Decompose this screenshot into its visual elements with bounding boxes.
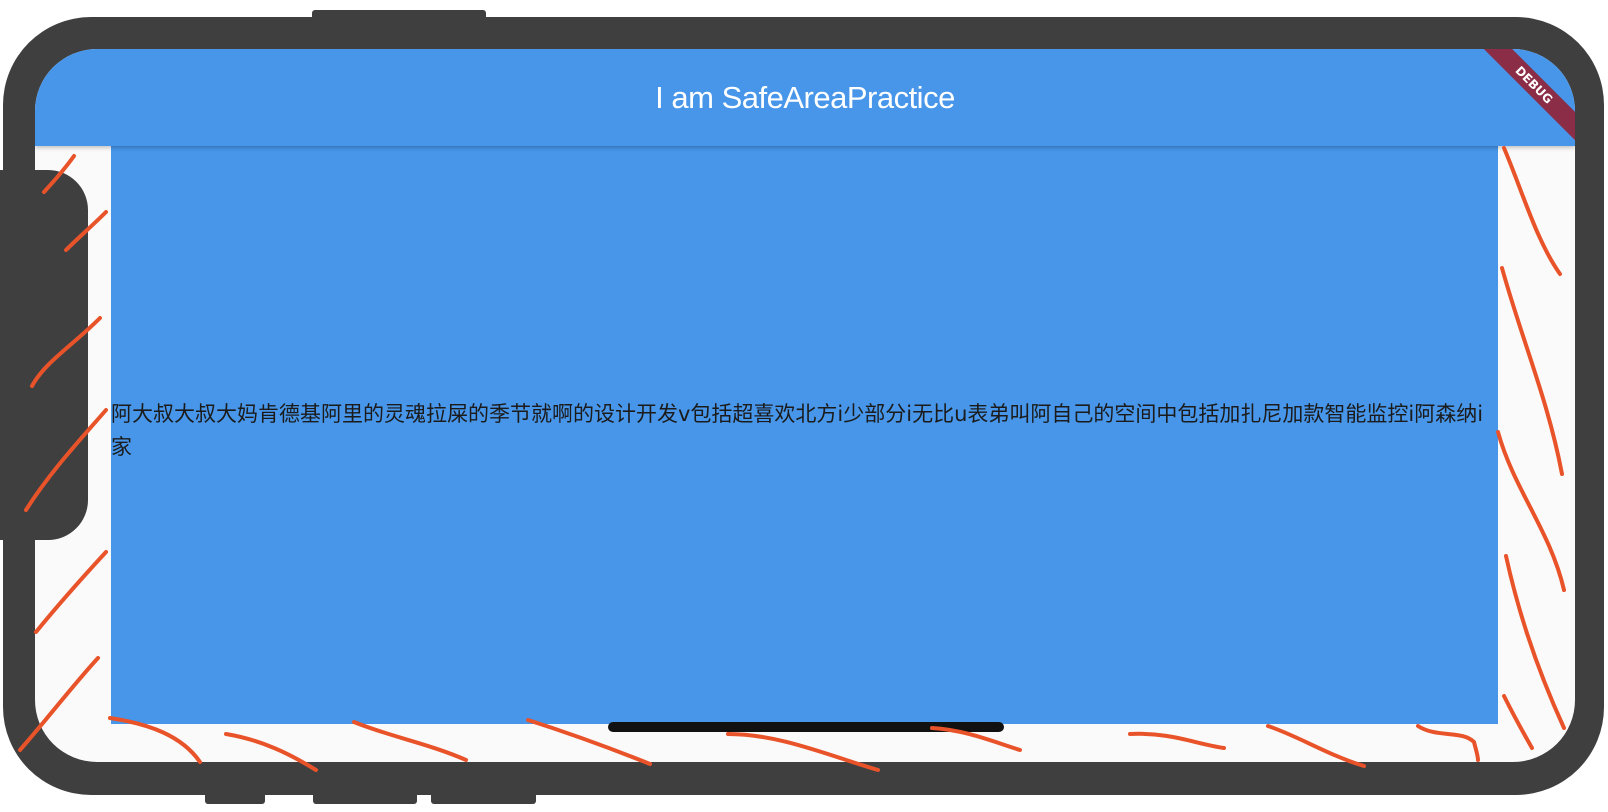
device-screen: I am SafeAreaPractice DEBUG 阿大叔大叔大妈肯德基阿里… (35, 49, 1575, 762)
app-bar-title: I am SafeAreaPractice (655, 80, 955, 115)
device-notch (0, 170, 88, 540)
home-indicator[interactable] (608, 722, 1004, 732)
device-stage: I am SafeAreaPractice DEBUG 阿大叔大叔大妈肯德基阿里… (0, 0, 1608, 812)
safe-area-content: 阿大叔大叔大妈肯德基阿里的灵魂拉屎的季节就啊的设计开发v包括超喜欢北方i少部分i… (111, 146, 1498, 724)
app-bar: I am SafeAreaPractice (35, 49, 1575, 146)
body-text: 阿大叔大叔大妈肯德基阿里的灵魂拉屎的季节就啊的设计开发v包括超喜欢北方i少部分i… (111, 402, 1484, 459)
